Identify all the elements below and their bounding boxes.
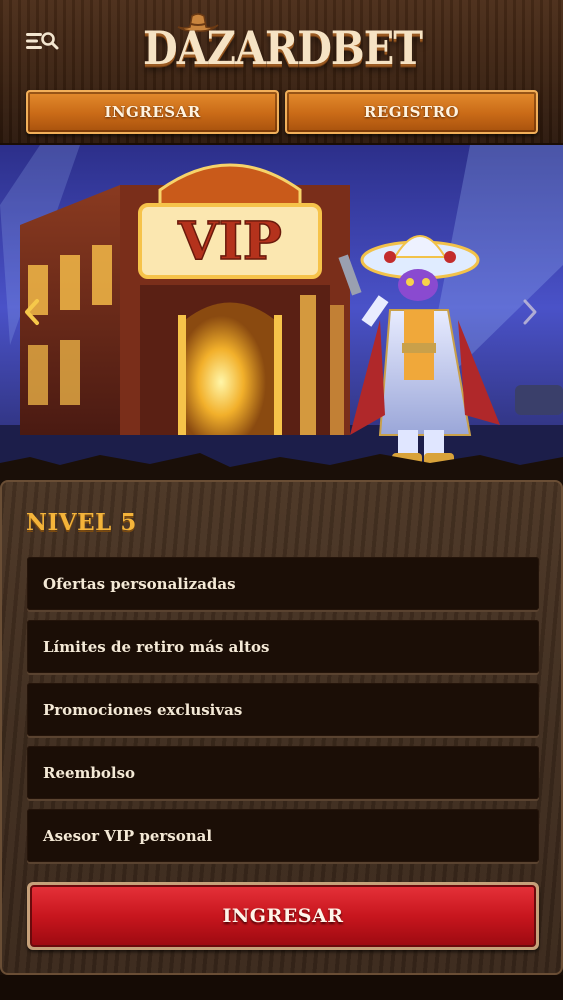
chevron-left-icon <box>25 299 39 325</box>
benefit-item: Límites de retiro más altos <box>27 620 539 673</box>
vip-level-panel: NIVEL 5 Ofertas personalizadas Límites d… <box>0 480 563 975</box>
benefit-item: Asesor VIP personal <box>27 809 539 862</box>
login-button[interactable]: INGRESAR <box>26 90 279 134</box>
next-slide-button[interactable] <box>518 296 542 328</box>
benefit-item: Reembolso <box>27 746 539 799</box>
login-cta-button[interactable]: INGRESAR <box>27 882 539 950</box>
logo[interactable]: DAZARDBET <box>143 8 423 75</box>
menu-search-icon <box>26 32 59 50</box>
login-cta-label: INGRESAR <box>30 885 536 947</box>
footer-strip <box>0 975 563 1000</box>
logo-text: DAZARDBET <box>143 20 423 76</box>
vip-sign-text: VIP <box>177 211 282 272</box>
promo-banner[interactable]: VIP <box>0 145 563 470</box>
benefit-item: Ofertas personalizadas <box>27 557 539 610</box>
banner-illustration: VIP <box>0 145 563 470</box>
chevron-right-icon <box>523 299 537 325</box>
menu-button[interactable] <box>22 26 62 56</box>
benefit-item: Promociones exclusivas <box>27 683 539 736</box>
register-button[interactable]: REGISTRO <box>285 90 538 134</box>
prev-slide-button[interactable] <box>20 296 44 328</box>
level-title: NIVEL 5 <box>26 509 137 536</box>
header: DAZARDBET INGRESAR REGISTRO <box>0 0 563 145</box>
